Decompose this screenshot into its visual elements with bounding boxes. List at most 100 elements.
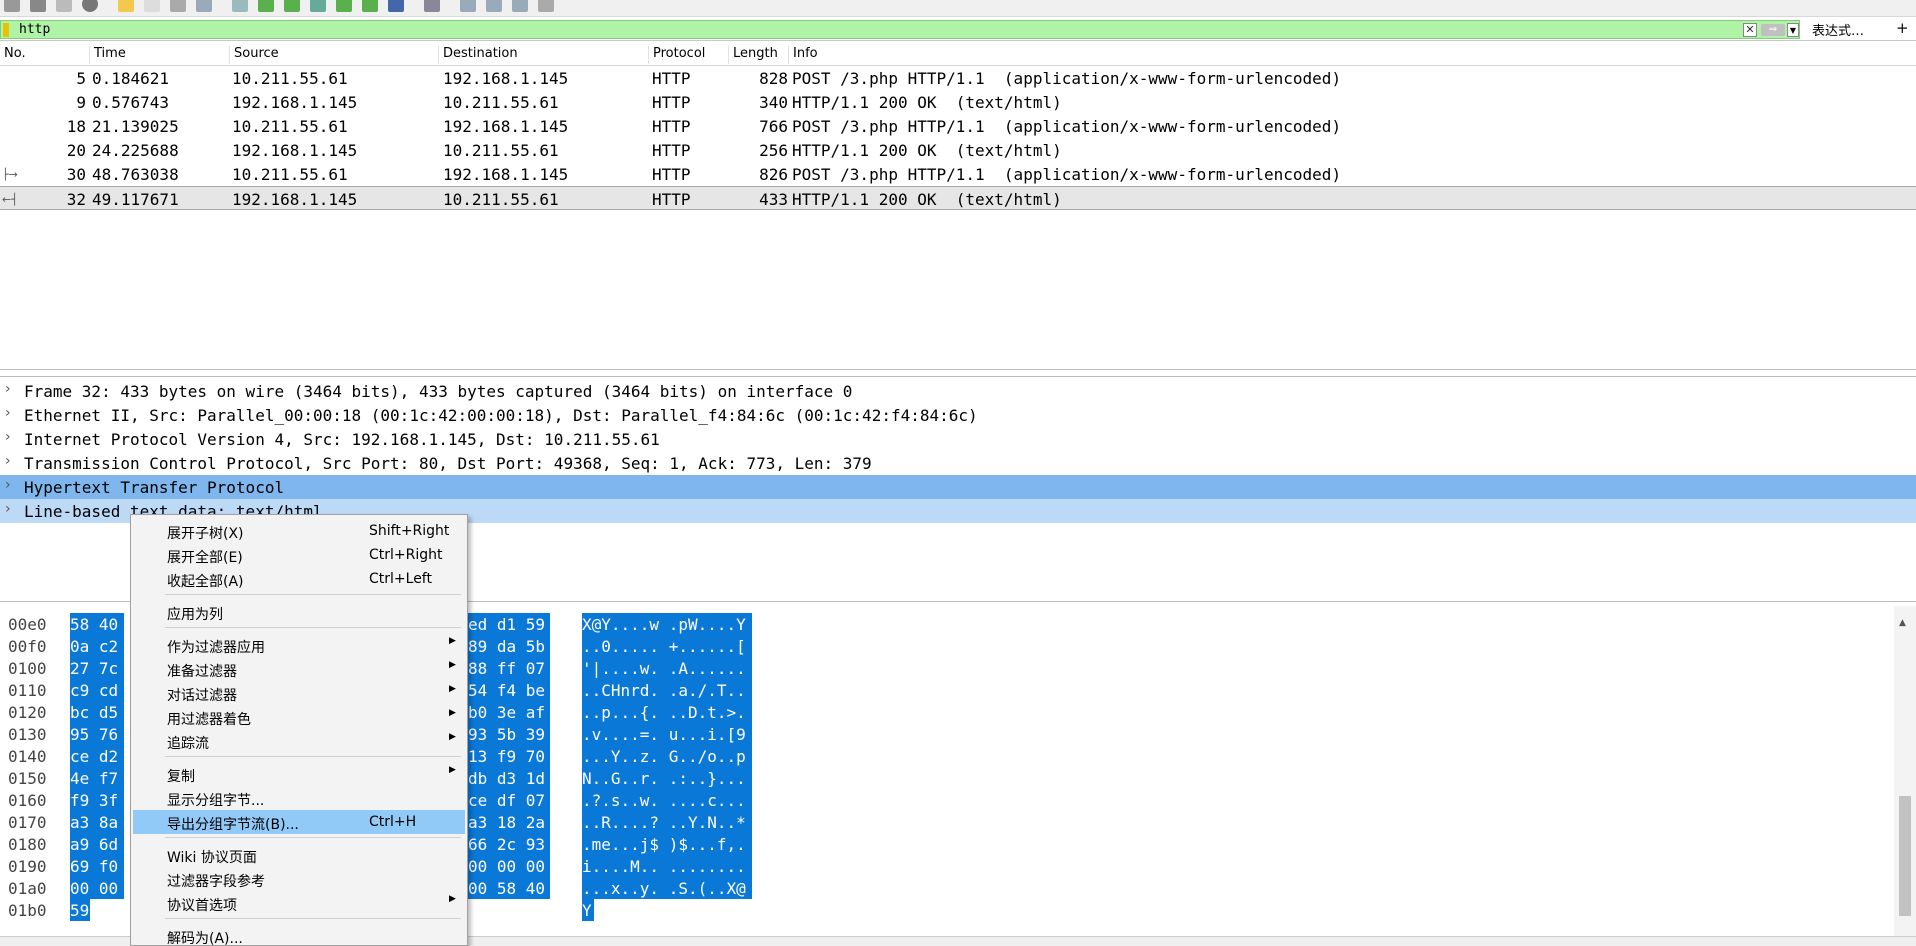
hex-bytes[interactable]: 00 58 40: [468, 877, 550, 899]
bytes-scrollbar[interactable]: ▲: [1894, 606, 1916, 936]
packet-row[interactable]: 18 21.139025 10.211.55.61 192.168.1.145 HTTP…: [0, 114, 1916, 138]
context-menu-item[interactable]: 用过滤器着色 ▶: [133, 705, 465, 729]
hex-bytes[interactable]: 27 7c: [70, 657, 124, 679]
detail-tree-item[interactable]: › Hypertext Transfer Protocol: [0, 475, 1916, 499]
zoom-in-icon[interactable]: [460, 0, 476, 12]
hex-ascii[interactable]: ..p...{. ..D.t.>.: [582, 701, 752, 723]
hex-ascii[interactable]: ...x..y. .S.(..X@: [582, 877, 752, 899]
hex-ascii[interactable]: .?.s..w. ....c...: [582, 789, 752, 811]
context-menu-item[interactable]: 作为过滤器应用 ▶: [133, 633, 465, 657]
hex-bytes[interactable]: ce d2: [70, 745, 124, 767]
hex-bytes[interactable]: ce df 07: [468, 789, 550, 811]
hex-ascii[interactable]: ..CHnrd. .a./.T..: [582, 679, 752, 701]
column-header-destination[interactable]: Destination: [438, 46, 518, 64]
find-packet-icon[interactable]: [232, 0, 248, 12]
hex-ascii[interactable]: Y: [582, 899, 594, 921]
scrollbar-thumb[interactable]: [1899, 796, 1911, 916]
hex-ascii[interactable]: .me...j$ )$...f,.: [582, 833, 752, 855]
capture-options-icon[interactable]: [82, 0, 98, 12]
hex-bytes[interactable]: 4e f7: [70, 767, 124, 789]
start-capture-icon[interactable]: [4, 0, 20, 12]
hex-bytes[interactable]: a3 18 2a: [468, 811, 550, 833]
expand-arrow-icon[interactable]: ›: [5, 429, 11, 445]
hex-bytes[interactable]: b0 3e af: [468, 701, 550, 723]
zoom-out-icon[interactable]: [486, 0, 502, 12]
save-file-icon[interactable]: [144, 0, 160, 12]
hex-bytes[interactable]: 66 2c 93: [468, 833, 550, 855]
packet-row[interactable]: 5 0.184621 10.211.55.61 192.168.1.145 HTTP PO…: [0, 66, 1916, 90]
context-menu-item[interactable]: 收起全部(A) Ctrl+Left: [133, 567, 465, 591]
context-menu-item[interactable]: 复制 ▶: [133, 762, 465, 786]
packet-row[interactable]: 30 48.763038 10.211.55.61 192.168.1.145 HTTP…: [0, 162, 1916, 186]
filter-text[interactable]: http: [19, 22, 50, 37]
context-menu-item[interactable]: 展开子树(X) Shift+Right: [133, 519, 465, 543]
hex-bytes[interactable]: 59: [70, 899, 90, 921]
hex-bytes[interactable]: 54 f4 be: [468, 679, 550, 701]
hex-bytes[interactable]: 89 da 5b: [468, 635, 550, 657]
hex-ascii[interactable]: ..0..... +......[: [582, 635, 752, 657]
hex-bytes[interactable]: 95 76: [70, 723, 124, 745]
colorize-icon[interactable]: [424, 0, 440, 12]
add-filter-button[interactable]: +: [1896, 19, 1909, 37]
packet-row[interactable]: 32 49.117671 192.168.1.145 10.211.55.61 HTTP…: [0, 186, 1916, 210]
hex-bytes[interactable]: 88 ff 07: [468, 657, 550, 679]
context-menu-item[interactable]: 协议首选项 ▶: [133, 891, 465, 915]
stop-capture-icon[interactable]: [30, 0, 46, 12]
context-menu-item[interactable]: Wiki 协议页面: [133, 843, 465, 867]
column-header-length[interactable]: Length: [728, 46, 778, 64]
hex-bytes[interactable]: 58 40: [70, 613, 124, 635]
hex-bytes[interactable]: 69 f0: [70, 855, 124, 877]
apply-filter-icon[interactable]: ⇒: [1761, 24, 1785, 36]
filter-history-dropdown-icon[interactable]: ▼: [1787, 23, 1799, 37]
context-menu-item[interactable]: 显示分组字节...: [133, 786, 465, 810]
hex-ascii[interactable]: ..R....? ..Y.N..*: [582, 811, 752, 833]
column-header-time[interactable]: Time: [89, 46, 126, 64]
expand-arrow-icon[interactable]: ›: [5, 453, 11, 469]
hex-bytes[interactable]: 13 f9 70: [468, 745, 550, 767]
context-menu-item[interactable]: 过滤器字段参考: [133, 867, 465, 891]
hex-ascii[interactable]: N..G..r. .:..}...: [582, 767, 752, 789]
hex-bytes[interactable]: 0a c2: [70, 635, 124, 657]
expand-arrow-icon[interactable]: ›: [5, 501, 11, 517]
go-forward-icon[interactable]: [284, 0, 300, 12]
detail-tree-item[interactable]: › Frame 32: 433 bytes on wire (3464 bits)…: [0, 379, 1916, 403]
display-filter-input[interactable]: http ✕ ⇒ ▼: [0, 20, 1800, 39]
hex-ascii[interactable]: i....M.. ........: [582, 855, 752, 877]
context-menu-item[interactable]: 解码为(A)...: [133, 924, 465, 945]
bookmark-icon[interactable]: [3, 23, 9, 37]
packet-row[interactable]: 9 0.576743 192.168.1.145 10.211.55.61 HTTP HT…: [0, 90, 1916, 114]
restart-capture-icon[interactable]: [56, 0, 72, 12]
resize-columns-icon[interactable]: [538, 0, 554, 12]
hex-ascii[interactable]: ...Y..z. G../o..p: [582, 745, 752, 767]
normal-size-icon[interactable]: [512, 0, 528, 12]
hex-ascii[interactable]: X@Y....w .pW....Y: [582, 613, 752, 635]
expand-arrow-icon[interactable]: ›: [5, 381, 11, 397]
hex-bytes[interactable]: 93 5b 39: [468, 723, 550, 745]
detail-tree-item[interactable]: › Internet Protocol Version 4, Src: 192.1…: [0, 427, 1916, 451]
hex-bytes[interactable]: f9 3f: [70, 789, 124, 811]
go-to-packet-icon[interactable]: [310, 0, 326, 12]
hex-bytes[interactable]: a3 8a: [70, 811, 124, 833]
context-menu-item[interactable]: 对话过滤器 ▶: [133, 681, 465, 705]
detail-tree-item[interactable]: › Ethernet II, Src: Parallel_00:00:18 (00…: [0, 403, 1916, 427]
expression-button[interactable]: 表达式…: [1812, 20, 1864, 39]
hex-bytes[interactable]: ed d1 59: [468, 613, 550, 635]
clear-filter-icon[interactable]: ✕: [1743, 23, 1757, 37]
first-packet-icon[interactable]: [336, 0, 352, 12]
close-file-icon[interactable]: [170, 0, 186, 12]
detail-tree-item[interactable]: › Transmission Control Protocol, Src Port…: [0, 451, 1916, 475]
last-packet-icon[interactable]: [362, 0, 378, 12]
column-header-protocol[interactable]: Protocol: [648, 46, 705, 64]
hex-bytes[interactable]: a9 6d: [70, 833, 124, 855]
column-header-source[interactable]: Source: [229, 46, 279, 64]
autoscroll-icon[interactable]: [388, 0, 404, 12]
reload-icon[interactable]: [196, 0, 212, 12]
context-menu-item[interactable]: 展开全部(E) Ctrl+Right: [133, 543, 465, 567]
column-header-no[interactable]: No.: [0, 46, 26, 64]
expand-arrow-icon[interactable]: ›: [5, 405, 11, 421]
hex-bytes[interactable]: db d3 1d: [468, 767, 550, 789]
hex-bytes[interactable]: bc d5: [70, 701, 124, 723]
open-file-icon[interactable]: [118, 0, 134, 12]
packet-row[interactable]: 20 24.225688 192.168.1.145 10.211.55.61 HTTP…: [0, 138, 1916, 162]
context-menu-item[interactable]: 追踪流 ▶: [133, 729, 465, 753]
